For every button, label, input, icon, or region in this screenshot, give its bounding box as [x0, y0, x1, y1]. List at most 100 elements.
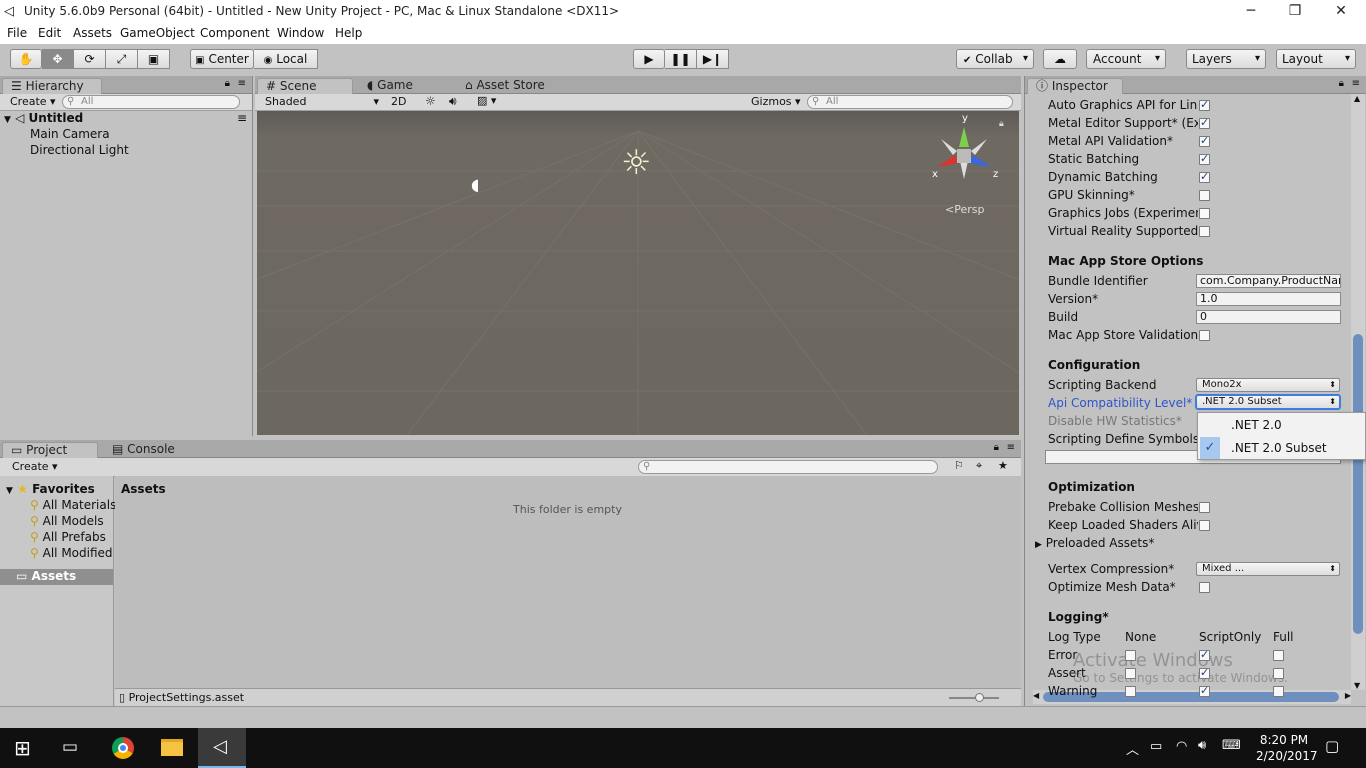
setting-checkbox[interactable] — [1199, 208, 1210, 219]
setting-checkbox[interactable] — [1199, 226, 1210, 237]
tab-asset-store[interactable]: ⌂ Asset Store — [457, 78, 567, 94]
scale-tool-button[interactable]: ⤢ — [106, 49, 138, 69]
close-button[interactable]: ✕ — [1318, 0, 1364, 24]
setting-checkbox[interactable] — [1199, 170, 1210, 183]
scroll-up-icon[interactable]: ▲ — [1354, 94, 1360, 103]
menu-file[interactable]: File — [7, 26, 27, 40]
api-option-net20-subset[interactable]: ✓ .NET 2.0 Subset — [1198, 437, 1366, 459]
setting-checkbox[interactable] — [1199, 116, 1210, 129]
keep-shaders-checkbox[interactable] — [1199, 520, 1210, 531]
hand-tool-button[interactable]: ✋ — [10, 49, 42, 69]
favorite-star-icon[interactable]: ★ — [998, 459, 1008, 472]
log-scriptonly-checkbox[interactable] — [1199, 648, 1210, 661]
volume-icon[interactable]: 🔊︎ — [1198, 738, 1206, 753]
api-option-net20[interactable]: .NET 2.0 — [1198, 415, 1366, 435]
log-scriptonly-checkbox[interactable] — [1199, 666, 1210, 679]
step-button[interactable]: ▶❙ — [697, 49, 729, 69]
assets-folder-item[interactable]: ▭ Assets — [0, 569, 113, 585]
rect-tool-button[interactable]: ▣ — [138, 49, 170, 69]
setting-checkbox[interactable] — [1199, 152, 1210, 165]
scene-search-input[interactable]: ⚲ All — [807, 95, 1013, 109]
cloud-button[interactable]: ☁ — [1043, 49, 1077, 69]
mas-validation-checkbox[interactable] — [1199, 330, 1210, 341]
menu-component[interactable]: Component — [200, 26, 270, 40]
toggle-2d-button[interactable]: 2D — [391, 95, 406, 108]
scene-lock-icon[interactable]: 🔒︎ — [999, 119, 1004, 129]
wifi-icon[interactable]: ◠ — [1176, 739, 1187, 754]
clock[interactable]: 8:20 PM 2/20/2017 — [1256, 732, 1318, 764]
favorite-item[interactable]: ⚲ All Models — [30, 514, 104, 528]
move-tool-button[interactable]: ✥ — [42, 49, 74, 69]
scroll-thumb[interactable] — [1353, 334, 1363, 634]
favorite-item[interactable]: ⚲ All Prefabs — [30, 530, 106, 544]
api-level-dropdown[interactable]: .NET 2.0 Subset — [1196, 395, 1340, 409]
log-none-checkbox[interactable] — [1125, 686, 1136, 697]
log-full-checkbox[interactable] — [1273, 668, 1284, 679]
hierarchy-create-dropdown[interactable]: Create ▾ — [10, 95, 56, 108]
version-field[interactable]: 1.0 — [1196, 292, 1341, 306]
scene-gizmo[interactable]: y x z — [929, 113, 999, 189]
optimize-mesh-checkbox[interactable] — [1199, 582, 1210, 593]
icon-size-slider[interactable] — [949, 693, 999, 702]
tab-inspector[interactable]: ⓘ Inspector — [1027, 78, 1123, 94]
collab-dropdown[interactable]: ✔ Collab — [956, 49, 1034, 69]
minimize-button[interactable]: ─ — [1228, 0, 1274, 24]
log-full-checkbox[interactable] — [1273, 686, 1284, 697]
scroll-left-icon[interactable]: ◀ — [1033, 691, 1039, 700]
scroll-down-icon[interactable]: ▼ — [1354, 681, 1360, 690]
directional-light-icon[interactable]: ☼ — [621, 143, 651, 183]
play-button[interactable]: ▶ — [633, 49, 665, 69]
shading-dropdown[interactable]: Shaded ▾ — [265, 95, 379, 108]
log-none-checkbox[interactable] — [1125, 668, 1136, 679]
slider-handle[interactable] — [975, 693, 984, 702]
scene-viewport[interactable]: ☼ ◖ 🔒︎ y x z <Persp — [257, 111, 1019, 435]
lighting-toggle-icon[interactable]: ☼ — [425, 94, 436, 108]
keyboard-icon[interactable]: ⌨ — [1222, 738, 1241, 753]
hierarchy-item[interactable]: Main Camera — [30, 127, 110, 141]
hierarchy-search-input[interactable]: ⚲ All — [62, 95, 240, 109]
favorite-item[interactable]: ⚲ All Materials — [30, 498, 116, 512]
panel-menu-icon[interactable]: ≡ — [238, 78, 246, 89]
lock-icon[interactable]: 🔒︎ — [225, 78, 230, 89]
battery-icon[interactable]: ▭ — [1150, 739, 1162, 754]
notifications-icon[interactable]: ▢ — [1325, 737, 1339, 755]
log-none-checkbox[interactable] — [1125, 650, 1136, 661]
log-scriptonly-checkbox[interactable] — [1199, 684, 1210, 697]
log-full-checkbox[interactable] — [1273, 650, 1284, 661]
chrome-icon[interactable] — [112, 737, 134, 759]
bundle-id-field[interactable]: com.Company.ProductName — [1196, 274, 1341, 288]
prebake-checkbox[interactable] — [1199, 502, 1210, 513]
tray-chevron-icon[interactable]: ︿ — [1126, 739, 1139, 758]
scene-menu-icon[interactable]: ≡ — [237, 111, 247, 125]
layout-dropdown[interactable]: Layout — [1276, 49, 1356, 69]
preloaded-assets-foldout[interactable]: ▶ Preloaded Assets* — [1035, 536, 1154, 550]
file-explorer-icon[interactable] — [161, 739, 183, 756]
inspector-vertical-scrollbar[interactable]: ▲ ▼ — [1351, 94, 1365, 690]
layers-dropdown[interactable]: Layers — [1186, 49, 1266, 69]
setting-checkbox[interactable] — [1199, 134, 1210, 147]
persp-label[interactable]: <Persp — [945, 203, 984, 216]
restore-button[interactable]: ❐ — [1272, 0, 1318, 24]
panel-menu-icon[interactable]: ≡ — [1352, 78, 1360, 89]
scripting-backend-dropdown[interactable]: Mono2x — [1196, 378, 1340, 392]
tab-console[interactable]: ▤ Console — [104, 442, 196, 458]
scroll-right-icon[interactable]: ▶ — [1345, 691, 1351, 700]
effects-dropdown-icon[interactable]: ▨ ▾ — [477, 94, 496, 107]
vertex-compression-dropdown[interactable]: Mixed ... — [1196, 562, 1340, 576]
favorites-header[interactable]: ▼ ★ Favorites — [6, 482, 95, 496]
menu-gameobject[interactable]: GameObject — [120, 26, 195, 40]
windows-start-icon[interactable]: ⊞ — [14, 736, 31, 760]
scene-root-row[interactable]: ▼ ◁ Untitled ≡ — [4, 111, 249, 125]
lock-icon[interactable]: 🔒︎ — [994, 442, 999, 453]
lock-icon[interactable]: 🔒︎ — [1339, 78, 1344, 89]
menu-edit[interactable]: Edit — [38, 26, 61, 40]
task-view-icon[interactable]: ▭ — [62, 737, 78, 757]
menu-window[interactable]: Window — [277, 26, 324, 40]
build-field[interactable]: 0 — [1196, 310, 1341, 324]
project-create-dropdown[interactable]: Create ▾ — [12, 460, 58, 473]
audio-toggle-icon[interactable]: 🔊︎ — [449, 94, 457, 109]
unity-taskbar-button[interactable]: ◁ — [198, 728, 246, 768]
tab-scene[interactable]: # Scene — [257, 78, 353, 94]
menu-help[interactable]: Help — [335, 26, 362, 40]
panel-menu-icon[interactable]: ≡ — [1007, 442, 1015, 453]
